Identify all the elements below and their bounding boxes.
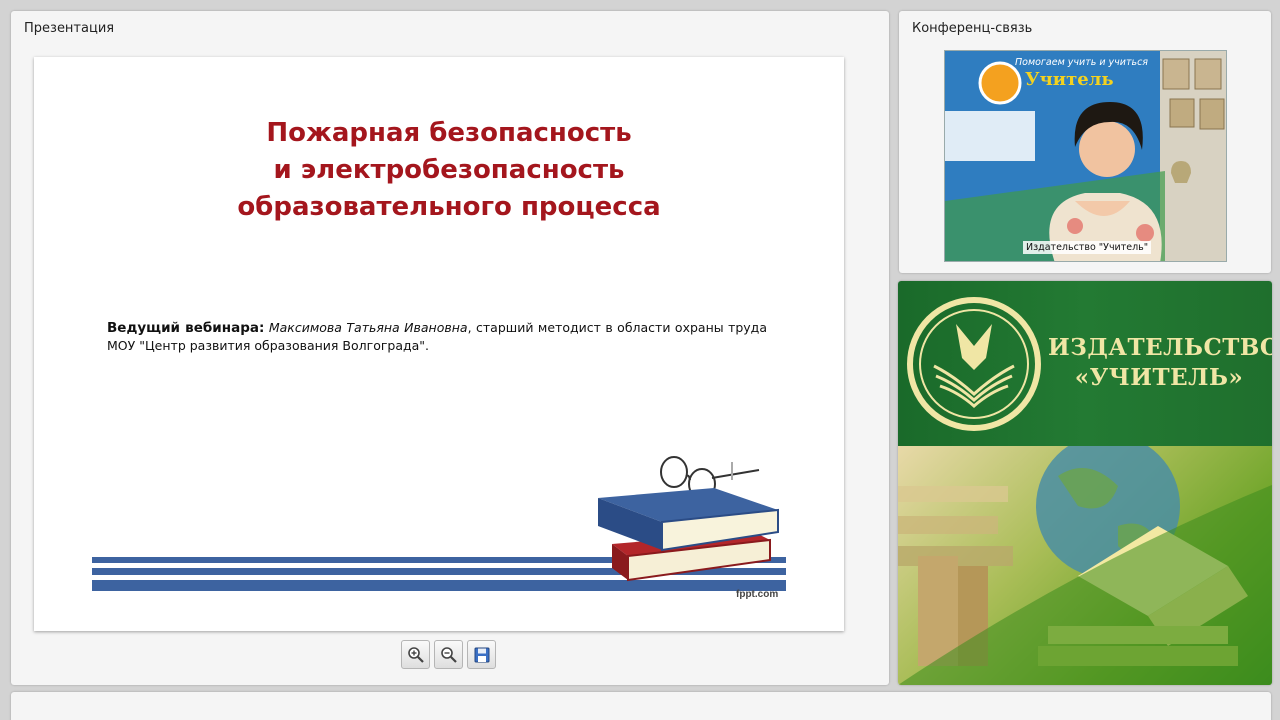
video-backdrop-slogan: Помогаем учить и учиться [1015,57,1149,68]
slide-title-line-1: Пожарная безопасность [266,118,632,148]
bottom-panel [11,692,1271,720]
presentation-panel-title: Презентация [24,21,115,36]
save-icon [474,647,489,662]
zoom-in-button[interactable] [401,640,430,669]
slide-title-line-2: и электробезопасность [273,155,625,185]
slide-title-line-3: образовательного процесса [237,192,661,222]
host-label: Ведущий вебинара: [107,320,265,336]
host-name: Максимова Татьяна Ивановна [268,320,468,335]
brand-line-1: ИЗДАТЕЛЬСТВО [1048,334,1272,361]
slide-title: Пожарная безопасность и электробезопасно… [34,115,844,226]
save-button[interactable] [467,640,496,669]
slide-watermark: fppt.com [736,589,779,600]
video-participant-label: Издательство "Учитель" [1023,241,1152,254]
zoom-out-icon [440,646,457,663]
conference-panel: Конференц-связь Помогаем учить и учиться… [899,11,1271,273]
zoom-out-button[interactable] [434,640,463,669]
publisher-logo-icon [907,297,1041,431]
video-backdrop-brand: Учитель [1025,69,1114,90]
conference-panel-title: Конференц-связь [912,21,1033,36]
presentation-toolbar [401,640,496,670]
zoom-in-icon [407,646,424,663]
brand-name: ИЗДАТЕЛЬСТВО «УЧИТЕЛЬ» [1048,333,1272,393]
video-feed[interactable]: Помогаем учить и учиться Учитель Издател… [944,50,1227,262]
presentation-slide: Пожарная безопасность и электробезопасно… [34,57,844,631]
brand-panel: ИЗДАТЕЛЬСТВО «УЧИТЕЛЬ» [898,281,1272,685]
presentation-panel: Презентация Пожарная безопасность и элек… [11,11,889,685]
books-illustration [598,456,779,582]
books-globe-illustration [898,446,1272,685]
slide-host-info: Ведущий вебинара: Максимова Татьяна Иван… [107,319,767,355]
brand-banner: ИЗДАТЕЛЬСТВО «УЧИТЕЛЬ» [898,281,1272,446]
brand-image [898,446,1272,685]
brand-line-2: «УЧИТЕЛЬ» [1074,364,1244,391]
